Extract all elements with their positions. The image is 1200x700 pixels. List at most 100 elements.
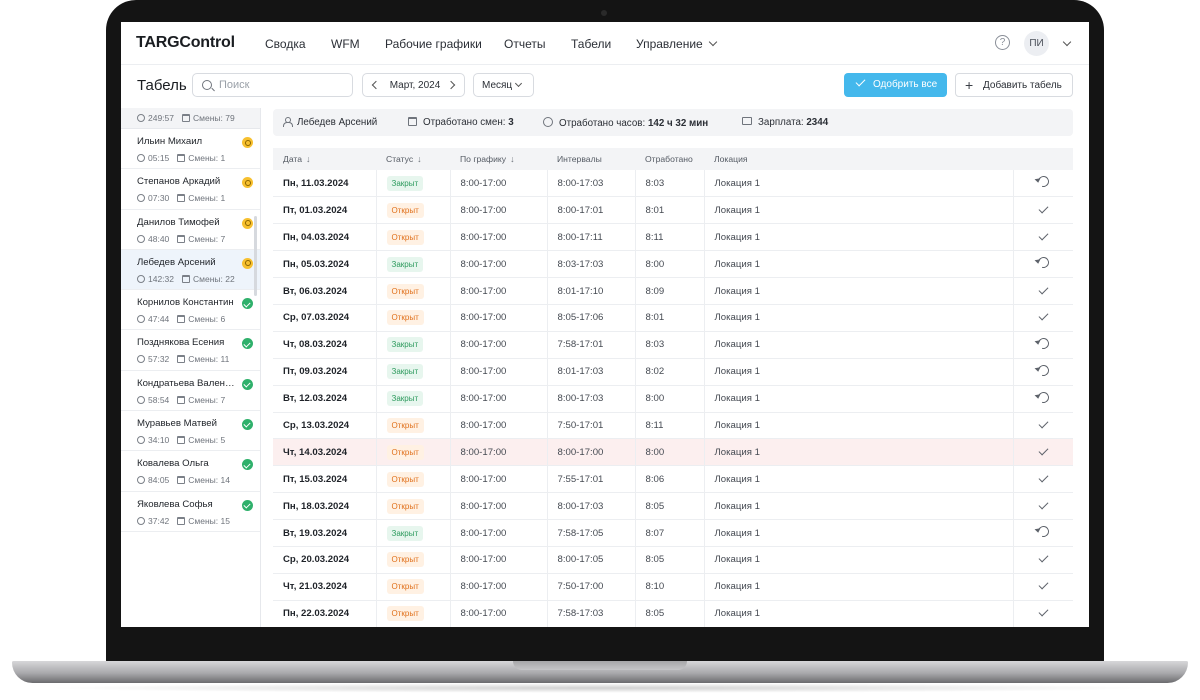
- summary-salary-value: 2344: [806, 117, 829, 128]
- employee-list-item[interactable]: Ковалева Ольга 84:05 Смены: 14: [121, 451, 260, 492]
- approve-check-icon[interactable]: [1038, 606, 1049, 617]
- approve-check-icon[interactable]: [1038, 310, 1049, 321]
- approve-all-button[interactable]: Одобрить все: [844, 73, 947, 97]
- table-row[interactable]: Вт, 12.03.2024 Закрыт 8:00-17:00 8:00-17:03…: [273, 385, 1073, 413]
- table-row[interactable]: Ср, 07.03.2024 Открыт 8:00-17:00 8:05-17:06…: [273, 304, 1073, 332]
- nav-item-reports[interactable]: Отчеты: [504, 37, 545, 51]
- column-header-date[interactable]: Дата ↓: [273, 148, 376, 170]
- nav-item-wfm[interactable]: WFM: [331, 37, 360, 51]
- warning-status-icon: [242, 257, 253, 269]
- cell-status: Открыт: [375, 492, 450, 521]
- add-timesheet-button[interactable]: + Добавить табель: [955, 73, 1073, 97]
- cell-schedule: 8:00-17:00: [449, 492, 547, 521]
- table-row[interactable]: Вт, 06.03.2024 Открыт 8:00-17:00 8:01-17:10…: [273, 277, 1073, 305]
- table-row[interactable]: Пн, 18.03.2024 Открыт 8:00-17:00 8:00-17:03…: [273, 492, 1073, 521]
- approve-check-icon[interactable]: [1038, 284, 1049, 294]
- clock-icon: [137, 516, 145, 525]
- table-row[interactable]: Пт, 01.03.2024 Открыт 8:00-17:00 8:00-17:01…: [273, 196, 1073, 225]
- approve-check-icon[interactable]: [1038, 418, 1049, 429]
- cell-interval: 8:00-17:05: [546, 546, 635, 574]
- undo-icon[interactable]: [1035, 524, 1051, 540]
- cell-date: Пт, 01.03.2024: [273, 196, 376, 225]
- cell-interval: 8:00-17:00: [546, 438, 635, 467]
- cell-location: Локация 1: [703, 519, 1013, 547]
- approve-check-icon[interactable]: [1038, 203, 1049, 214]
- period-select[interactable]: Месяц: [473, 73, 534, 97]
- table-row[interactable]: Вт, 19.03.2024 Закрыт 8:00-17:00 7:58-17:05…: [273, 519, 1073, 547]
- table-row[interactable]: Пн, 04.03.2024 Открыт 8:00-17:00 8:00-17:11…: [273, 223, 1073, 252]
- employee-list-item[interactable]: Лебедев Арсений 142:32 Смены: 22: [121, 249, 260, 291]
- current-month-label: Март, 2024: [389, 80, 441, 91]
- table-row[interactable]: Пт, 15.03.2024 Открыт 8:00-17:00 7:55-17:01…: [273, 465, 1073, 494]
- status-badge: Открыт: [386, 552, 424, 568]
- employee-list-item[interactable]: Данилов Тимофей 48:40 Смены: 7: [121, 210, 260, 250]
- search-input[interactable]: [219, 77, 347, 93]
- calendar-icon: [182, 114, 190, 122]
- employee-list-summary: 249:57 Смены: 79: [121, 108, 260, 129]
- table-row[interactable]: Чт, 14.03.2024 Открыт 8:00-17:00 8:00-17:00…: [273, 438, 1073, 467]
- cell-interval: 8:05-17:06: [546, 304, 635, 332]
- employee-list-item[interactable]: Муравьев Матвей 34:10 Смены: 5: [121, 411, 260, 452]
- employee-hours: 47:44: [148, 314, 170, 325]
- approved-check-icon: [242, 419, 253, 431]
- employee-list-item[interactable]: Ильин Михаил 05:15 Смены: 1: [121, 129, 260, 170]
- employee-meta: 58:54 Смены: 7: [137, 395, 260, 405]
- table-row[interactable]: Пн, 05.03.2024 Закрыт 8:00-17:00 8:03-17:03…: [273, 250, 1073, 279]
- employee-meta: 05:15 Смены: 1: [137, 153, 260, 163]
- cell-action: [1012, 223, 1073, 252]
- table-row[interactable]: Чт, 08.03.2024 Закрыт 8:00-17:00 7:58-17:01…: [273, 331, 1073, 359]
- column-header-status[interactable]: Статус ↓: [376, 148, 450, 170]
- search-icon: [202, 80, 212, 90]
- approve-check-icon[interactable]: [1038, 579, 1049, 590]
- calendar-icon: [177, 154, 186, 162]
- employee-list-item[interactable]: Позднякова Есения 57:32 Смены: 11: [121, 330, 260, 371]
- summary-salary-label: Зарплата:: [758, 117, 804, 128]
- employee-name: Корнилов Константин: [137, 297, 234, 309]
- undo-icon[interactable]: [1035, 174, 1051, 190]
- status-badge: Открыт: [386, 310, 424, 326]
- app-logo[interactable]: TARGControl: [136, 34, 235, 52]
- employee-list-item[interactable]: Степанов Аркадий 07:30 Смены: 1: [121, 169, 260, 210]
- nav-item-schedules[interactable]: Рабочие графики: [385, 37, 482, 51]
- nav-item-management[interactable]: Управление: [636, 37, 717, 51]
- employee-list-item[interactable]: Кондратьева Вален… 58:54 Смены: 7: [121, 371, 260, 412]
- app-screen: TARGControl Сводка WFM Рабочие графики О…: [121, 22, 1089, 627]
- table-row[interactable]: Чт, 21.03.2024 Открыт 8:00-17:00 7:50-17:00…: [273, 573, 1073, 601]
- next-month-arrow-icon[interactable]: [446, 80, 456, 90]
- help-icon[interactable]: ?: [995, 35, 1010, 50]
- cell-date: Чт, 08.03.2024: [273, 331, 376, 359]
- nav-item-summary[interactable]: Сводка: [265, 37, 306, 51]
- employee-name: Муравьев Матвей: [137, 418, 217, 430]
- search-box[interactable]: [192, 73, 353, 97]
- month-picker: Март, 2024: [362, 73, 465, 97]
- previous-month-arrow-icon[interactable]: [371, 80, 381, 90]
- cell-action: [1012, 600, 1073, 627]
- user-avatar[interactable]: ПИ: [1024, 31, 1049, 56]
- undo-icon[interactable]: [1035, 335, 1051, 351]
- employee-list-scrollbar[interactable]: [254, 216, 257, 296]
- clock-icon: [137, 355, 145, 364]
- table-row[interactable]: Ср, 13.03.2024 Открыт 8:00-17:00 7:50-17:01…: [273, 412, 1073, 440]
- cell-location: Локация 1: [703, 438, 1013, 467]
- table-row[interactable]: Пн, 11.03.2024 Закрыт 8:00-17:00 8:00-17:03…: [273, 170, 1073, 198]
- nav-item-timesheets[interactable]: Табели: [571, 37, 611, 51]
- undo-icon[interactable]: [1035, 255, 1051, 271]
- employee-list-item[interactable]: Яковлева Софья 37:42 Смены: 15: [121, 492, 260, 532]
- undo-icon[interactable]: [1035, 389, 1051, 405]
- table-row[interactable]: Пт, 09.03.2024 Закрыт 8:00-17:00 8:01-17:03…: [273, 358, 1073, 386]
- cell-status: Открыт: [375, 546, 450, 574]
- approve-check-icon[interactable]: [1038, 230, 1049, 241]
- table-row[interactable]: Пн, 22.03.2024 Открыт 8:00-17:00 7:58-17:03…: [273, 600, 1073, 627]
- approve-check-icon[interactable]: [1038, 499, 1049, 510]
- approve-check-icon[interactable]: [1038, 445, 1049, 456]
- approve-check-icon[interactable]: [1038, 552, 1049, 563]
- table-row[interactable]: Ср, 20.03.2024 Открыт 8:00-17:00 8:00-17:05…: [273, 546, 1073, 574]
- column-header-schedule[interactable]: По графику ↓: [450, 148, 547, 170]
- summary-salary: Зарплата: 2344: [742, 117, 828, 128]
- approve-check-icon[interactable]: [1038, 472, 1049, 483]
- column-header-schedule-label: По графику: [460, 154, 507, 164]
- undo-icon[interactable]: [1035, 362, 1051, 378]
- account-chevron-down-icon[interactable]: [1062, 37, 1072, 47]
- employee-list-item[interactable]: Корнилов Константин 47:44 Смены: 6: [121, 290, 260, 331]
- employee-meta: 07:30 Смены: 1: [137, 193, 260, 203]
